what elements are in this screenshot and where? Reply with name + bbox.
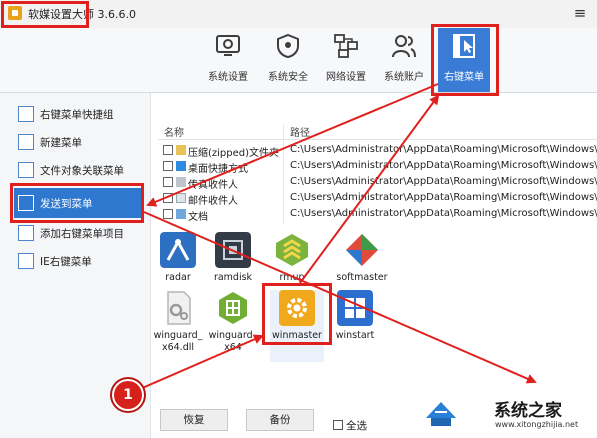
watermark-url: www.xitongzhijia.net	[495, 420, 579, 429]
step-number-badge: 1	[112, 379, 144, 411]
arrow-to-corner	[143, 211, 537, 384]
annotation-arrows	[139, 83, 537, 390]
arrow-to-winmaster	[139, 334, 264, 390]
arrow-to-send-to	[146, 83, 439, 207]
watermark-text: 系统之家	[494, 401, 562, 421]
arrow-to-right-menu	[299, 94, 440, 284]
watermark-logo-icon	[426, 402, 456, 426]
